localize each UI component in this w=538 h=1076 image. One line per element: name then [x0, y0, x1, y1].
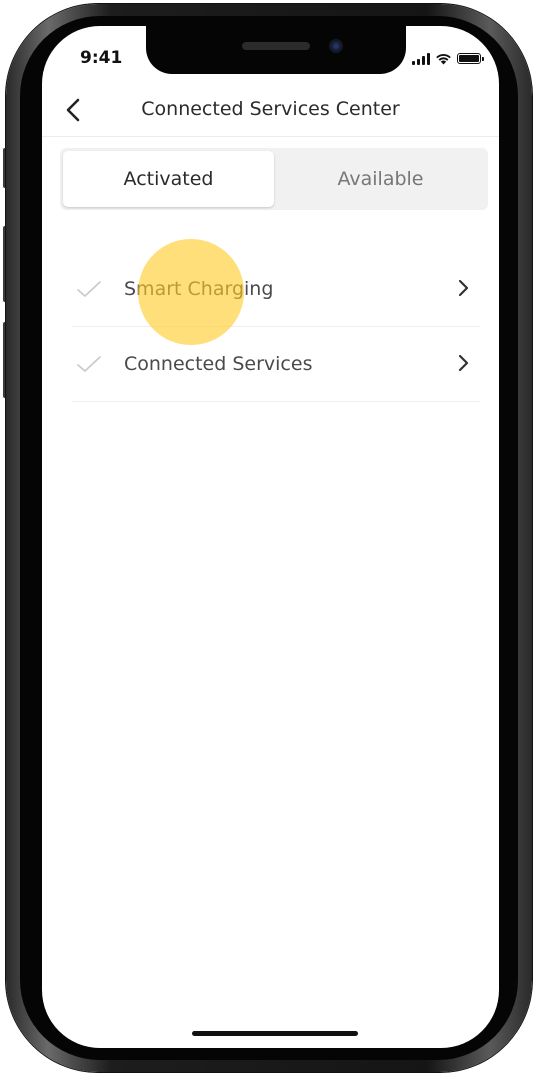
home-indicator[interactable] — [192, 1031, 358, 1036]
notch — [146, 26, 406, 74]
wifi-icon — [436, 54, 451, 65]
device-mockup: 9:41 Connected Services Center Activated — [0, 0, 538, 1076]
back-button[interactable] — [58, 92, 88, 128]
services-list: Smart Charging Connected Services — [72, 252, 480, 402]
chevron-left-icon — [66, 98, 80, 122]
list-item-label: Smart Charging — [124, 278, 274, 300]
tab-activated[interactable]: Activated — [63, 151, 274, 207]
navigation-bar: Connected Services Center — [42, 86, 499, 137]
checkmark-icon — [74, 274, 104, 304]
speaker-grille — [242, 42, 310, 50]
chevron-right-icon — [458, 354, 469, 372]
tab-available[interactable]: Available — [276, 151, 485, 207]
chevron-right-icon — [458, 279, 469, 297]
status-time: 9:41 — [80, 48, 123, 68]
battery-icon — [457, 53, 484, 64]
checkmark-icon — [74, 349, 104, 379]
app-screen: 9:41 Connected Services Center Activated — [42, 26, 499, 1048]
page-title: Connected Services Center — [141, 98, 400, 120]
front-camera — [329, 39, 343, 53]
status-icons — [412, 52, 484, 65]
cellular-signal-icon — [412, 52, 430, 65]
list-item-smart-charging[interactable]: Smart Charging — [72, 252, 480, 327]
segmented-control: Activated Available — [60, 148, 488, 210]
list-item-label: Connected Services — [124, 353, 313, 375]
list-item-connected-services[interactable]: Connected Services — [72, 327, 480, 402]
